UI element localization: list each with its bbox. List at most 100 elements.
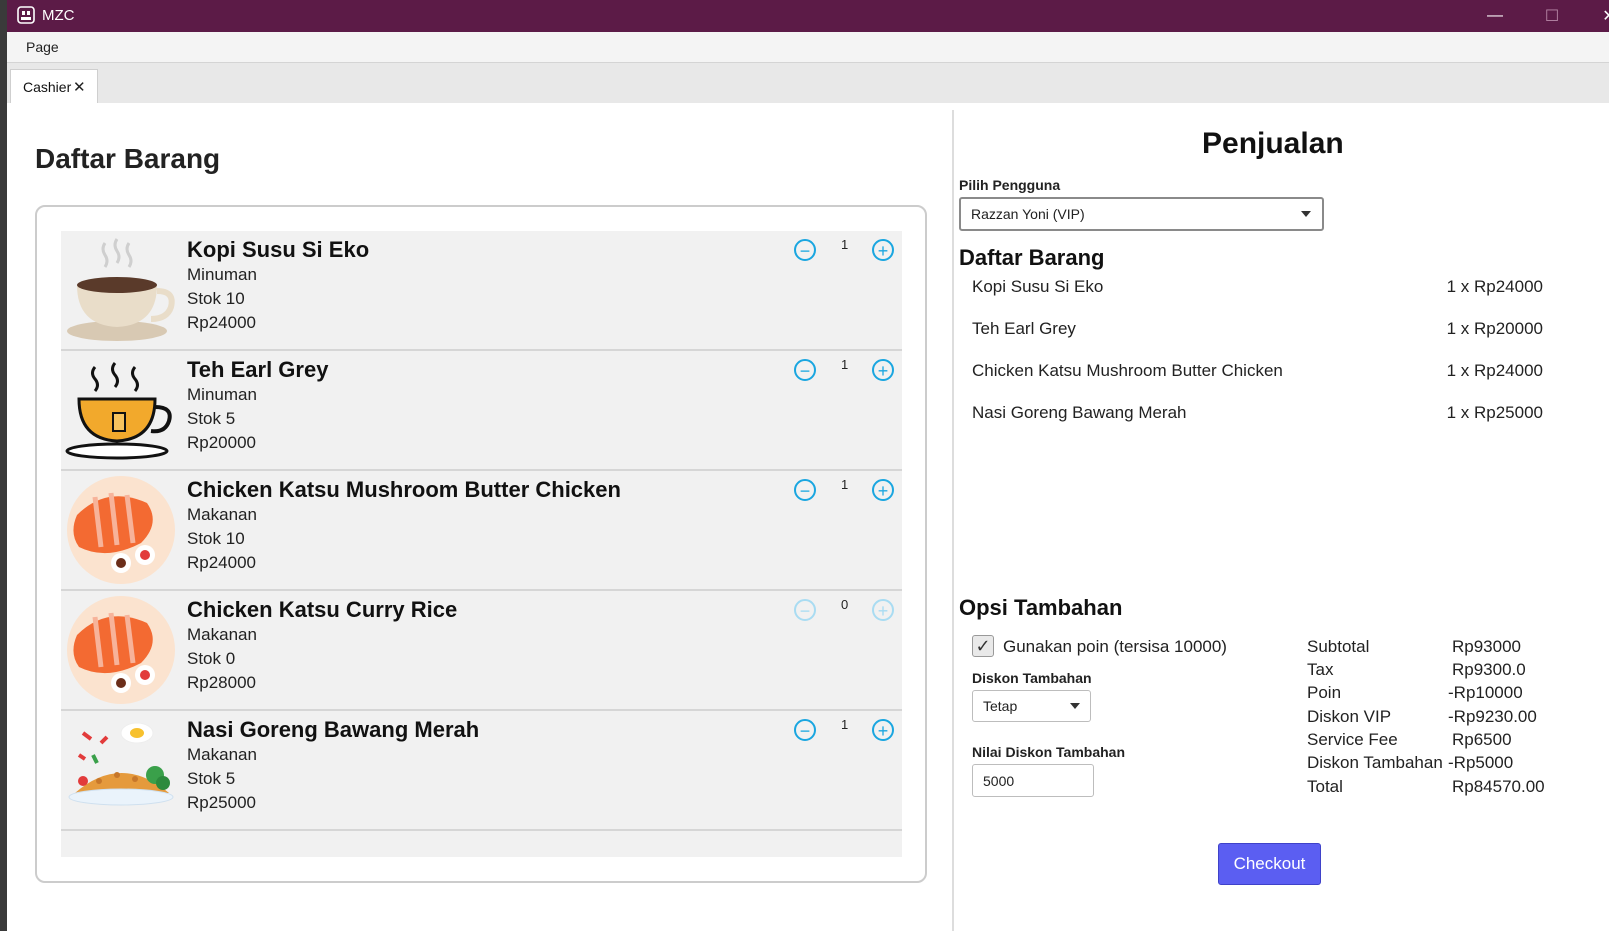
summary-value: -Rp9230.00 (1448, 707, 1537, 726)
katsu-plate-icon (67, 476, 175, 584)
menu-page[interactable]: Page (26, 39, 59, 55)
product-stock: Stok 10 (187, 529, 245, 548)
decrease-qty-button[interactable]: − (794, 599, 816, 621)
product-price: Rp25000 (187, 793, 257, 812)
discount-value-label: Nilai Diskon Tambahan (972, 744, 1125, 760)
product-item: Kopi Susu Si Eko Minuman Stok 10 Rp24000… (61, 231, 902, 351)
cart-item-name: Kopi Susu Si Eko (972, 277, 1104, 296)
product-list: Kopi Susu Si Eko Minuman Stok 10 Rp24000… (61, 231, 902, 857)
summary-value: Rp6500 (1452, 730, 1512, 749)
product-category: Makanan (187, 625, 257, 644)
summary-label: Diskon Tambahan (1307, 753, 1443, 772)
product-name: Kopi Susu Si Eko (187, 237, 370, 262)
product-item: Chicken Katsu Curry Rice Makanan Stok 0 … (61, 591, 902, 711)
tea-cup-icon (65, 362, 172, 460)
summary-label: Subtotal (1307, 637, 1370, 656)
chevron-down-icon (1301, 211, 1311, 217)
close-icon[interactable]: ✕ (73, 78, 86, 96)
product-price: Rp20000 (187, 433, 257, 452)
user-select-label: Pilih Pengguna (959, 177, 1061, 193)
summary-label: Tax (1307, 660, 1334, 679)
product-category: Minuman (187, 265, 257, 284)
app-window: MZC — ☐ ✕ Page Cashier ✕ Daftar Barang K… (7, 0, 1609, 931)
product-category: Makanan (187, 505, 257, 524)
product-category: Minuman (187, 385, 257, 404)
increase-qty-button[interactable]: + (872, 599, 894, 621)
user-select-value: Razzan Yoni (VIP) (971, 206, 1085, 222)
menu-bar: Page (7, 32, 1609, 63)
product-price: Rp24000 (187, 313, 257, 332)
chevron-down-icon (1070, 703, 1080, 709)
cart-title: Daftar Barang (959, 245, 1105, 270)
summary-value: -Rp5000 (1448, 753, 1514, 772)
cart-item-qty: 1 x Rp20000 (1446, 319, 1543, 338)
user-select[interactable]: Razzan Yoni (VIP) (959, 197, 1324, 231)
title-bar: MZC — ☐ ✕ (7, 0, 1609, 32)
coffee-cup-icon (67, 238, 175, 341)
product-name: Chicken Katsu Curry Rice (187, 597, 458, 622)
summary-label: Total (1307, 777, 1343, 796)
summary-value: Rp9300.0 (1452, 660, 1526, 679)
use-points-checkbox[interactable]: ✓ (972, 635, 994, 657)
cart-item-qty: 1 x Rp24000 (1446, 277, 1543, 296)
product-price: Rp24000 (187, 553, 257, 572)
tab-cashier[interactable]: Cashier ✕ (10, 69, 98, 103)
checkout-button[interactable]: Checkout (1218, 843, 1321, 885)
cart-item-name: Nasi Goreng Bawang Merah (972, 403, 1187, 422)
product-qty: 0 (841, 597, 849, 612)
tab-bar: Cashier ✕ (7, 63, 1609, 103)
product-name: Teh Earl Grey (187, 357, 329, 382)
product-stock: Stok 0 (187, 649, 236, 668)
decrease-qty-button[interactable]: − (794, 359, 816, 381)
product-stock: Stok 5 (187, 409, 236, 428)
summary-label: Poin (1307, 683, 1342, 702)
cart-item-name: Chicken Katsu Mushroom Butter Chicken (972, 361, 1283, 380)
product-item: Nasi Goreng Bawang Merah Makanan Stok 5 … (61, 711, 902, 831)
maximize-icon[interactable]: ☐ (1524, 0, 1580, 32)
summary-label: Diskon VIP (1307, 707, 1392, 726)
window-title: MZC (42, 7, 75, 24)
sales-title: Penjualan (1202, 127, 1344, 160)
decrease-qty-button[interactable]: − (794, 719, 816, 741)
product-qty: 1 (841, 477, 849, 492)
katsu-plate-icon (67, 596, 175, 704)
product-stock: Stok 5 (187, 769, 236, 788)
product-qty: 1 (841, 717, 849, 732)
increase-qty-button[interactable]: + (872, 359, 894, 381)
decrease-qty-button[interactable]: − (794, 479, 816, 501)
increase-qty-button[interactable]: + (872, 479, 894, 501)
product-name: Nasi Goreng Bawang Merah (187, 717, 480, 742)
product-category: Makanan (187, 745, 257, 764)
discount-type-label: Diskon Tambahan (972, 670, 1092, 686)
discount-type-value: Tetap (983, 698, 1018, 714)
discount-value-text: 5000 (983, 773, 1015, 789)
product-price: Rp28000 (187, 673, 257, 692)
product-list-title: Daftar Barang (35, 143, 221, 174)
increase-qty-button[interactable]: + (872, 719, 894, 741)
product-item: Chicken Katsu Mushroom Butter Chicken Ma… (61, 471, 902, 591)
summary-value: Rp93000 (1452, 637, 1522, 656)
cart-item-qty: 1 x Rp24000 (1446, 361, 1543, 380)
product-stock: Stok 10 (187, 289, 245, 308)
increase-qty-button[interactable]: + (872, 239, 894, 261)
cart-item-qty: 1 x Rp25000 (1446, 403, 1543, 422)
discount-type-select[interactable]: Tetap (972, 690, 1091, 722)
use-points-label: Gunakan poin (tersisa 10000) (1003, 637, 1227, 656)
summary-value: -Rp10000 (1448, 683, 1523, 702)
tab-cashier-label: Cashier (23, 79, 72, 95)
minimize-icon[interactable]: — (1467, 0, 1523, 32)
close-icon[interactable]: ✕ (1581, 0, 1609, 32)
fried-rice-icon (68, 722, 174, 806)
product-name: Chicken Katsu Mushroom Butter Chicken (187, 477, 621, 502)
summary-label: Service Fee (1307, 730, 1398, 749)
summary-total-value: Rp84570.00 (1452, 777, 1545, 796)
decrease-qty-button[interactable]: − (794, 239, 816, 261)
product-item: Teh Earl Grey Minuman Stok 5 Rp20000 − 1… (61, 351, 902, 471)
product-qty: 1 (841, 357, 849, 372)
cart-item-name: Teh Earl Grey (972, 319, 1076, 338)
product-qty: 1 (841, 237, 849, 252)
options-title: Opsi Tambahan (959, 595, 1123, 620)
panel-divider[interactable] (952, 110, 954, 931)
discount-value-input[interactable]: 5000 (972, 764, 1094, 797)
app-icon (17, 6, 35, 24)
